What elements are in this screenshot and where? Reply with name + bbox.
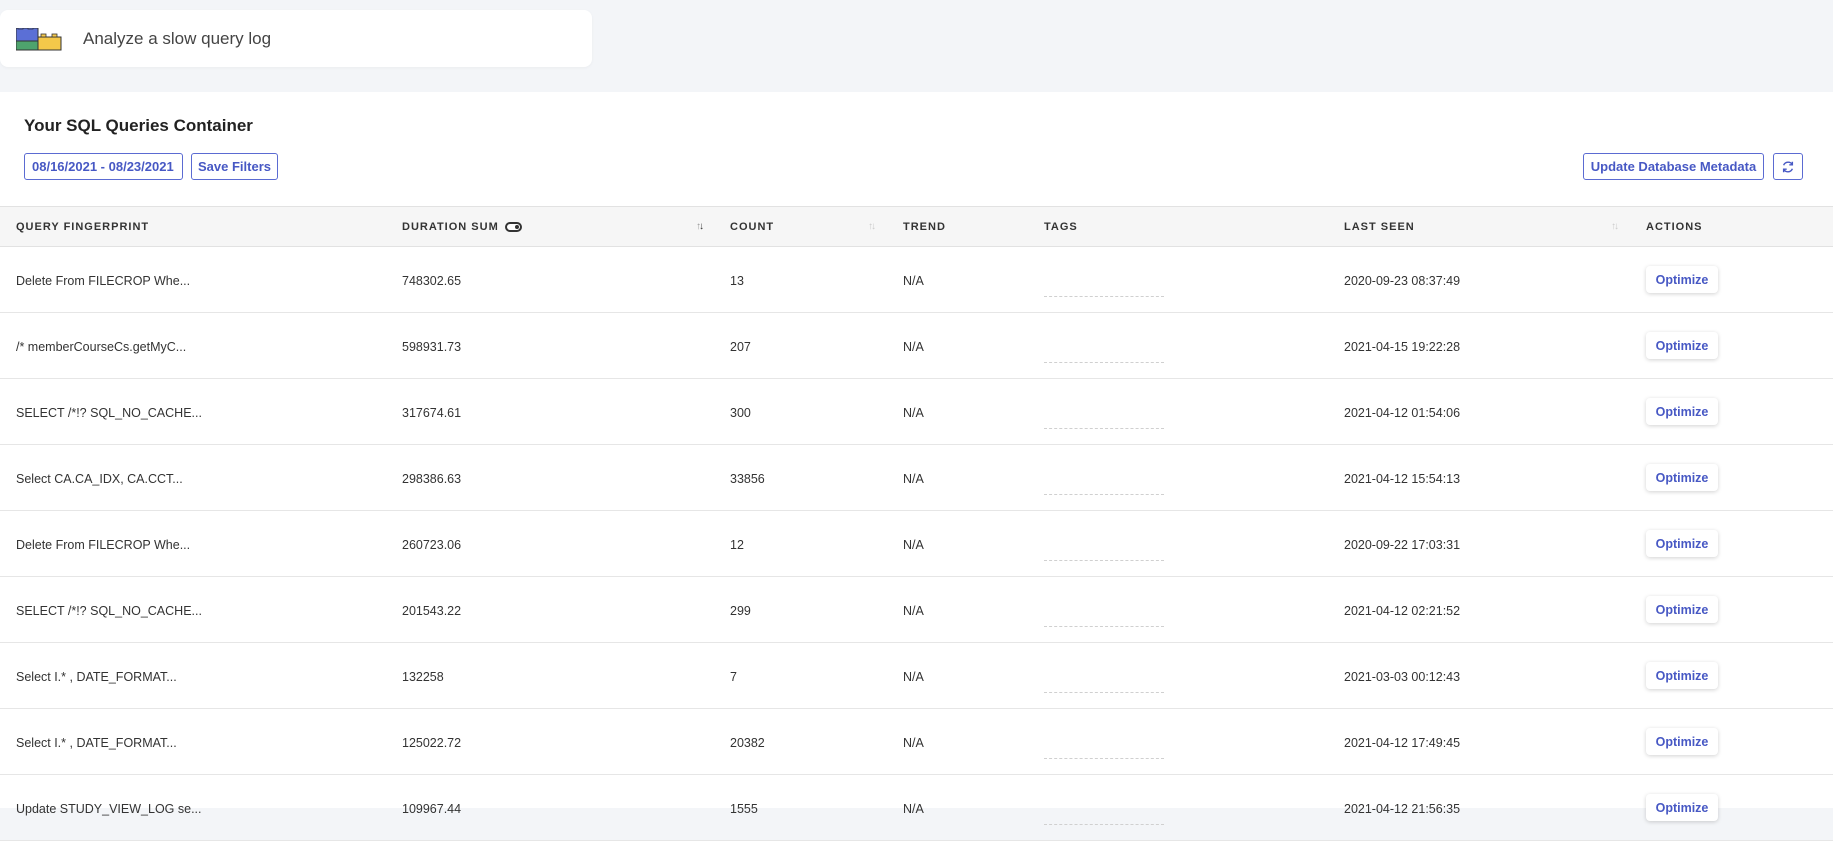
queries-container: Your SQL Queries Container 08/16/2021 - … [0, 92, 1833, 841]
save-filters-button[interactable]: Save Filters [191, 153, 278, 180]
table-body: Delete From FILECROP Whe... 748302.65 13… [0, 247, 1833, 841]
cell-duration: 132258 [402, 670, 444, 684]
cell-trend: N/A [903, 406, 924, 420]
cell-count: 12 [730, 538, 744, 552]
tags-input[interactable] [1044, 362, 1164, 363]
tags-input[interactable] [1044, 692, 1164, 693]
column-header-last-seen[interactable]: LAST SEEN [1344, 221, 1415, 233]
tags-input[interactable] [1044, 560, 1164, 561]
cell-trend: N/A [903, 340, 924, 354]
optimize-button[interactable]: Optimize [1646, 530, 1718, 557]
cell-duration: 317674.61 [402, 406, 462, 420]
cell-duration: 298386.63 [402, 472, 462, 486]
optimize-button[interactable]: Optimize [1646, 332, 1718, 359]
table-row: Delete From FILECROP Whe... 260723.06 12… [0, 511, 1833, 577]
tags-input[interactable] [1044, 494, 1164, 495]
cell-trend: N/A [903, 274, 924, 288]
optimize-button[interactable]: Optimize [1646, 596, 1718, 623]
top-bar: Analyze a slow query log [0, 10, 592, 67]
column-header-trend: TREND [903, 221, 946, 233]
cell-trend: N/A [903, 670, 924, 684]
cell-trend: N/A [903, 736, 924, 750]
cell-fingerprint[interactable]: Select I.* , DATE_FORMAT... [16, 670, 177, 684]
cell-last-seen: 2021-04-15 19:22:28 [1344, 340, 1461, 354]
cell-duration: 201543.22 [402, 604, 462, 618]
cell-trend: N/A [903, 604, 924, 618]
cell-last-seen: 2021-04-12 02:21:52 [1344, 604, 1461, 618]
optimize-button[interactable]: Optimize [1646, 398, 1718, 425]
cell-fingerprint[interactable]: /* memberCourseCs.getMyC... [16, 340, 186, 354]
cell-last-seen: 2021-04-12 01:54:06 [1344, 406, 1461, 420]
cell-last-seen: 2020-09-22 17:03:31 [1344, 538, 1461, 552]
table-header: QUERY FINGERPRINT DURATION SUM ↑↓ COUNT … [0, 206, 1833, 247]
count-sort-icon[interactable]: ↑↓ [868, 221, 876, 232]
refresh-button[interactable] [1773, 153, 1803, 180]
table-row: Select CA.CA_IDX, CA.CCT... 298386.63 33… [0, 445, 1833, 511]
cell-fingerprint[interactable]: Delete From FILECROP Whe... [16, 538, 190, 552]
tags-input[interactable] [1044, 758, 1164, 759]
cell-fingerprint[interactable]: Delete From FILECROP Whe... [16, 274, 190, 288]
table-row: /* memberCourseCs.getMyC... 598931.73 20… [0, 313, 1833, 379]
page-title: Analyze a slow query log [83, 29, 272, 48]
column-header-tags: TAGS [1044, 221, 1078, 233]
cell-trend: N/A [903, 538, 924, 552]
cell-fingerprint[interactable]: SELECT /*!? SQL_NO_CACHE... [16, 406, 202, 420]
cell-duration: 748302.65 [402, 274, 462, 288]
optimize-button[interactable]: Optimize [1646, 464, 1718, 491]
cell-trend: N/A [903, 802, 924, 816]
queries-table: QUERY FINGERPRINT DURATION SUM ↑↓ COUNT … [0, 206, 1833, 841]
cell-last-seen: 2021-03-03 00:12:43 [1344, 670, 1461, 684]
last-seen-sort-icon[interactable]: ↑↓ [1611, 221, 1619, 232]
tags-input[interactable] [1044, 296, 1164, 297]
tags-input[interactable] [1044, 428, 1164, 429]
cell-duration: 598931.73 [402, 340, 462, 354]
cell-last-seen: 2020-09-23 08:37:49 [1344, 274, 1461, 288]
cell-count: 7 [730, 670, 737, 684]
column-header-duration[interactable]: DURATION SUM [402, 221, 499, 233]
tags-input[interactable] [1044, 626, 1164, 627]
table-row: Select I.* , DATE_FORMAT... 132258 7 N/A… [0, 643, 1833, 709]
tags-input[interactable] [1044, 824, 1164, 825]
refresh-icon [1782, 161, 1794, 172]
cell-fingerprint[interactable]: Select CA.CA_IDX, CA.CCT... [16, 472, 183, 486]
table-row: SELECT /*!? SQL_NO_CACHE... 201543.22 29… [0, 577, 1833, 643]
cell-duration: 260723.06 [402, 538, 462, 552]
cell-duration: 125022.72 [402, 736, 462, 750]
cell-fingerprint[interactable]: Update STUDY_VIEW_LOG se... [16, 802, 202, 816]
cell-count: 13 [730, 274, 744, 288]
update-metadata-button[interactable]: Update Database Metadata [1583, 153, 1764, 180]
cell-duration: 109967.44 [402, 802, 462, 816]
date-range-picker[interactable]: 08/16/2021 - 08/23/2021 [24, 153, 183, 180]
column-header-fingerprint: QUERY FINGERPRINT [16, 221, 150, 233]
cell-fingerprint[interactable]: Select I.* , DATE_FORMAT... [16, 736, 177, 750]
cell-count: 299 [730, 604, 751, 618]
table-row: SELECT /*!? SQL_NO_CACHE... 317674.61 30… [0, 379, 1833, 445]
cell-last-seen: 2021-04-12 17:49:45 [1344, 736, 1461, 750]
optimize-button[interactable]: Optimize [1646, 728, 1718, 755]
cell-last-seen: 2021-04-12 21:56:35 [1344, 802, 1461, 816]
container-title: Your SQL Queries Container [24, 116, 253, 135]
table-row: Select I.* , DATE_FORMAT... 125022.72 20… [0, 709, 1833, 775]
column-header-count[interactable]: COUNT [730, 221, 774, 233]
blocks-logo-icon [16, 28, 62, 51]
cell-last-seen: 2021-04-12 15:54:13 [1344, 472, 1461, 486]
cell-count: 20382 [730, 736, 765, 750]
table-row: Delete From FILECROP Whe... 748302.65 13… [0, 247, 1833, 313]
cell-count: 1555 [730, 802, 758, 816]
optimize-button[interactable]: Optimize [1646, 662, 1718, 689]
cell-count: 207 [730, 340, 751, 354]
table-row: Update STUDY_VIEW_LOG se... 109967.44 15… [0, 775, 1833, 841]
cell-fingerprint[interactable]: SELECT /*!? SQL_NO_CACHE... [16, 604, 202, 618]
duration-sort-icon[interactable]: ↑↓ [696, 221, 704, 232]
cell-count: 300 [730, 406, 751, 420]
column-header-actions: ACTIONS [1646, 221, 1703, 233]
cell-trend: N/A [903, 472, 924, 486]
cell-count: 33856 [730, 472, 765, 486]
toggle-icon[interactable] [505, 222, 522, 232]
optimize-button[interactable]: Optimize [1646, 266, 1718, 293]
